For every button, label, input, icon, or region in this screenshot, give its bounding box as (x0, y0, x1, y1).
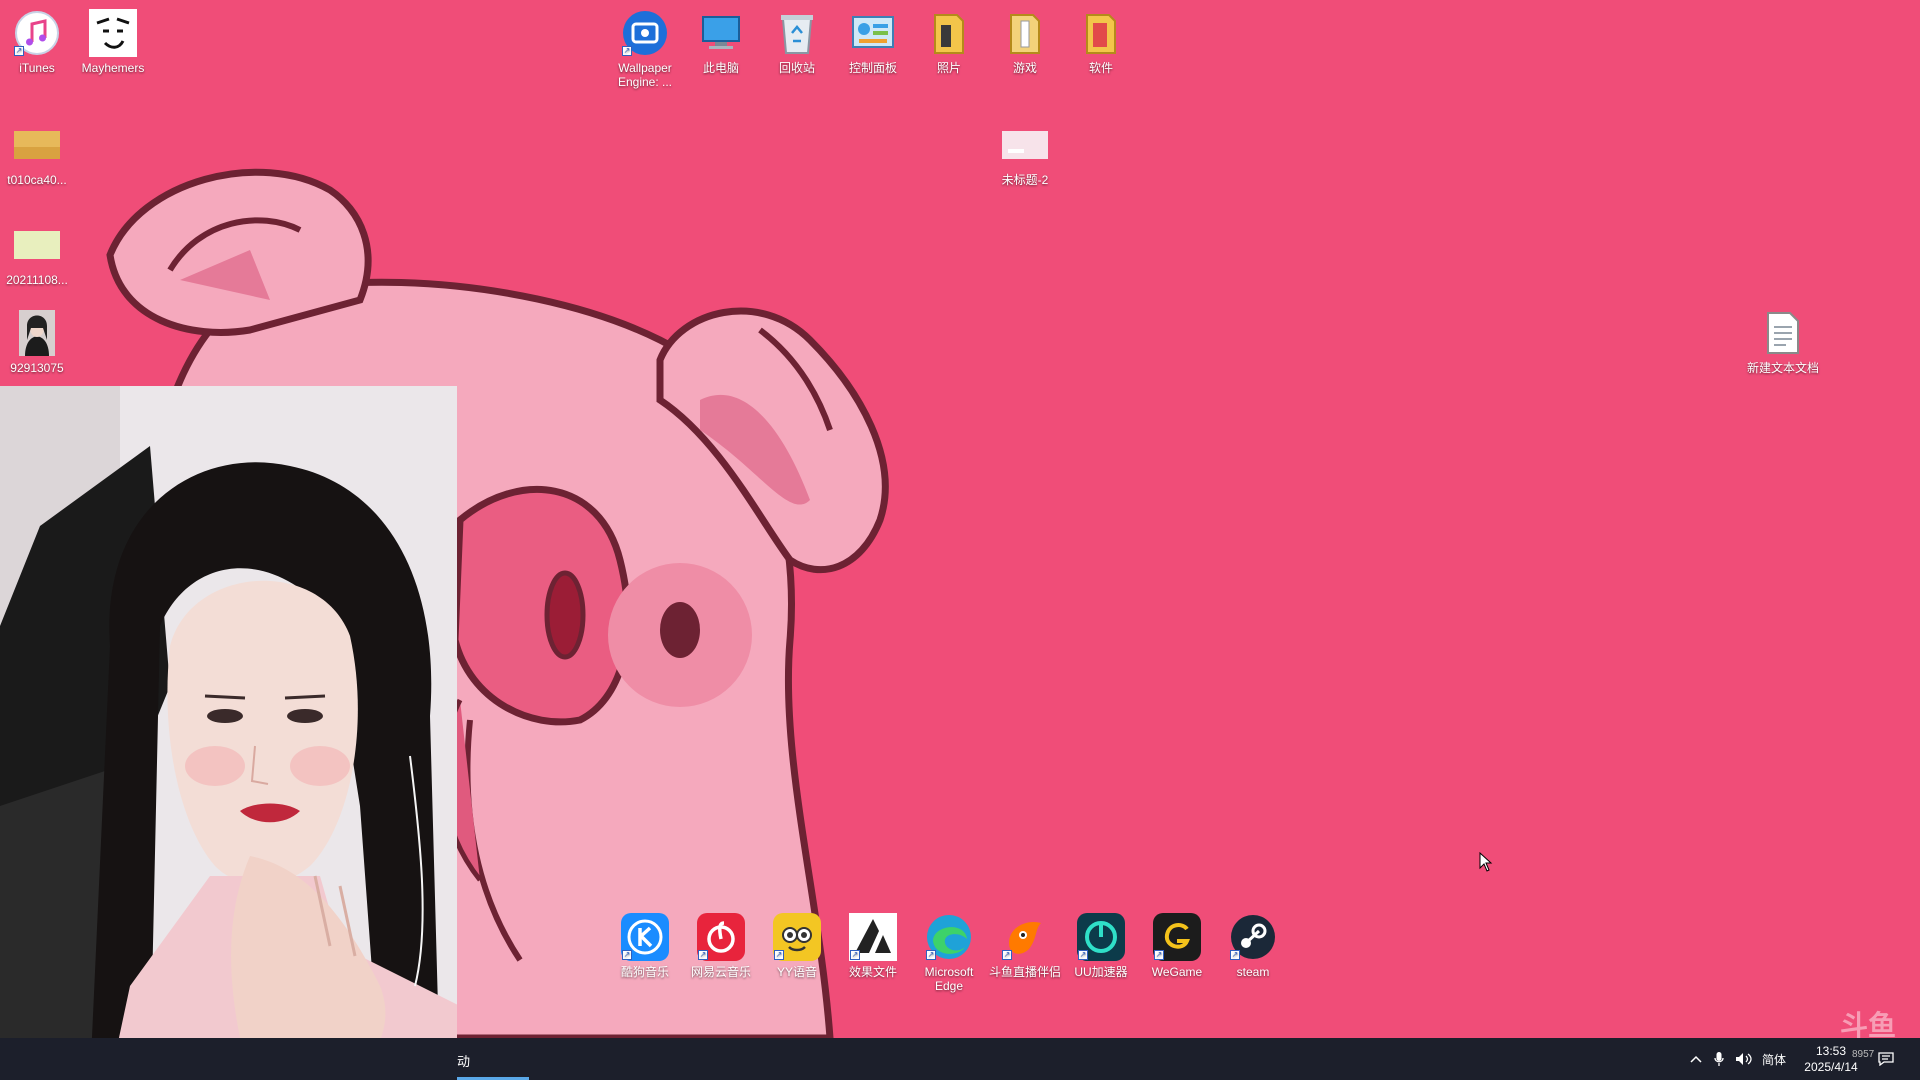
desktop-icon-yy-voice[interactable]: ↗ YY语音 (760, 912, 834, 979)
desktop-icon-kugou-music[interactable]: ↗ 酷狗音乐 (608, 912, 682, 979)
icon-label: 软件 (1088, 61, 1113, 75)
icon-label: WeGame (1151, 965, 1203, 979)
taskbar-app-label: 动 (457, 1054, 471, 1069)
desktop-icon-control-panel[interactable]: 控制面板 (836, 8, 910, 75)
icon-label: Wallpaper Engine: ... (617, 61, 673, 89)
icon-label: 92913075 (10, 361, 64, 375)
desktop-icon-douyu-companion[interactable]: ↗ 斗鱼直播伴侣 (988, 912, 1062, 979)
clock-date: 2025/4/14 (1804, 1060, 1858, 1074)
taskbar-active-app[interactable]: 动 (457, 1038, 529, 1080)
wallpaper-engine-icon: ↗ (620, 8, 670, 58)
desktop-icon-image-1[interactable]: t010ca40... (0, 120, 74, 187)
icon-label: 20211108... (6, 273, 68, 287)
itunes-icon: ↗ (12, 8, 62, 58)
photo-file-icon (12, 308, 62, 358)
desktop-icon-untitled-2[interactable]: 未标题-2 (988, 120, 1062, 187)
mouse-cursor (1479, 851, 1493, 877)
folder-software-icon (1076, 8, 1126, 58)
desktop-icon-folder-photos[interactable]: 照片 (912, 8, 986, 75)
this-pc-icon (696, 8, 746, 58)
desktop-icon-this-pc[interactable]: 此电脑 (684, 8, 758, 75)
desktop-icon-uu-accelerator[interactable]: ↗ UU加速器 (1064, 912, 1138, 979)
icon-label: 未标题-2 (1001, 173, 1049, 187)
icon-label: t010ca40... (7, 173, 67, 187)
netease-music-icon: ↗ (696, 912, 746, 962)
icon-label: Microsoft Edge (924, 965, 974, 993)
microphone-icon[interactable] (1712, 1038, 1726, 1080)
icon-label: 效果文件 (848, 965, 897, 979)
effects-folder-icon: ↗ (848, 912, 898, 962)
desktop-icon-mayhemers[interactable]: Mayhemers (76, 8, 150, 75)
tray-overflow-chevron-icon[interactable] (1688, 1038, 1704, 1080)
icon-label: iTunes (19, 61, 55, 75)
desktop-icon-folder-software[interactable]: 软件 (1064, 8, 1138, 75)
desktop-icon-steam[interactable]: ↗ steam (1216, 912, 1290, 979)
folder-games-icon (1000, 8, 1050, 58)
desktop-icon-itunes[interactable]: ↗ iTunes (0, 8, 74, 75)
douyu-companion-icon: ↗ (1000, 912, 1050, 962)
desktop-icon-netease-music[interactable]: ↗ 网易云音乐 (684, 912, 758, 979)
streamer-webcam-image (0, 386, 457, 1080)
icon-label: steam (1236, 965, 1270, 979)
yy-voice-icon: ↗ (772, 912, 822, 962)
taskbar: 动 简体 13:53 2025/4/14 8957 (0, 1038, 1920, 1080)
desktop-icon-photo[interactable]: 92913075 (0, 308, 74, 375)
icon-label: 控制面板 (848, 61, 897, 75)
image-file-icon (1000, 120, 1050, 170)
icon-label: 照片 (936, 61, 961, 75)
webcam-overlay (0, 386, 457, 1080)
icon-label: 回收站 (778, 61, 815, 75)
desktop-icon-new-text-document[interactable]: 新建文本文档 (1746, 308, 1820, 375)
microsoft-edge-icon: ↗ (924, 912, 974, 962)
icon-label: 网易云音乐 (690, 965, 751, 979)
icon-label: Mayhemers (81, 61, 145, 75)
desktop-icon-image-2[interactable]: 20211108... (0, 220, 74, 287)
icon-label: 新建文本文档 (1746, 361, 1819, 375)
text-document-icon (1758, 308, 1808, 358)
clock-time: 13:53 (1815, 1044, 1847, 1058)
desktop-icon-microsoft-edge[interactable]: ↗ Microsoft Edge (912, 912, 986, 993)
desktop-icon-folder-games[interactable]: 游戏 (988, 8, 1062, 75)
volume-icon[interactable] (1734, 1038, 1754, 1080)
steam-icon: ↗ (1228, 912, 1278, 962)
desktop-icon-wallpaper-engine[interactable]: ↗ Wallpaper Engine: ... (608, 8, 682, 89)
icon-label: 斗鱼直播伴侣 (988, 965, 1061, 979)
icon-label: YY语音 (776, 965, 817, 979)
icon-label: 此电脑 (702, 61, 739, 75)
uu-accelerator-icon: ↗ (1076, 912, 1126, 962)
control-panel-icon (848, 8, 898, 58)
folder-photos-icon (924, 8, 974, 58)
recycle-bin-icon (772, 8, 822, 58)
icon-label: 游戏 (1012, 61, 1037, 75)
wegame-icon: ↗ (1152, 912, 1202, 962)
mayhemers-icon (88, 8, 138, 58)
image-file-icon (12, 220, 62, 270)
kugou-music-icon: ↗ (620, 912, 670, 962)
desktop-icon-wegame[interactable]: ↗ WeGame (1140, 912, 1214, 979)
desktop-icon-recycle-bin[interactable]: 回收站 (760, 8, 834, 75)
icon-label: 酷狗音乐 (620, 965, 669, 979)
icon-label: UU加速器 (1074, 965, 1128, 979)
image-file-icon (12, 120, 62, 170)
input-method-indicator[interactable]: 简体 (1762, 1038, 1786, 1080)
desktop-icon-effects-folder[interactable]: ↗ 效果文件 (836, 912, 910, 979)
ime-label: 简体 (1762, 1052, 1787, 1067)
notification-center-icon[interactable] (1876, 1038, 1896, 1080)
tray-overlay-number: 8957 (1852, 1048, 1875, 1060)
